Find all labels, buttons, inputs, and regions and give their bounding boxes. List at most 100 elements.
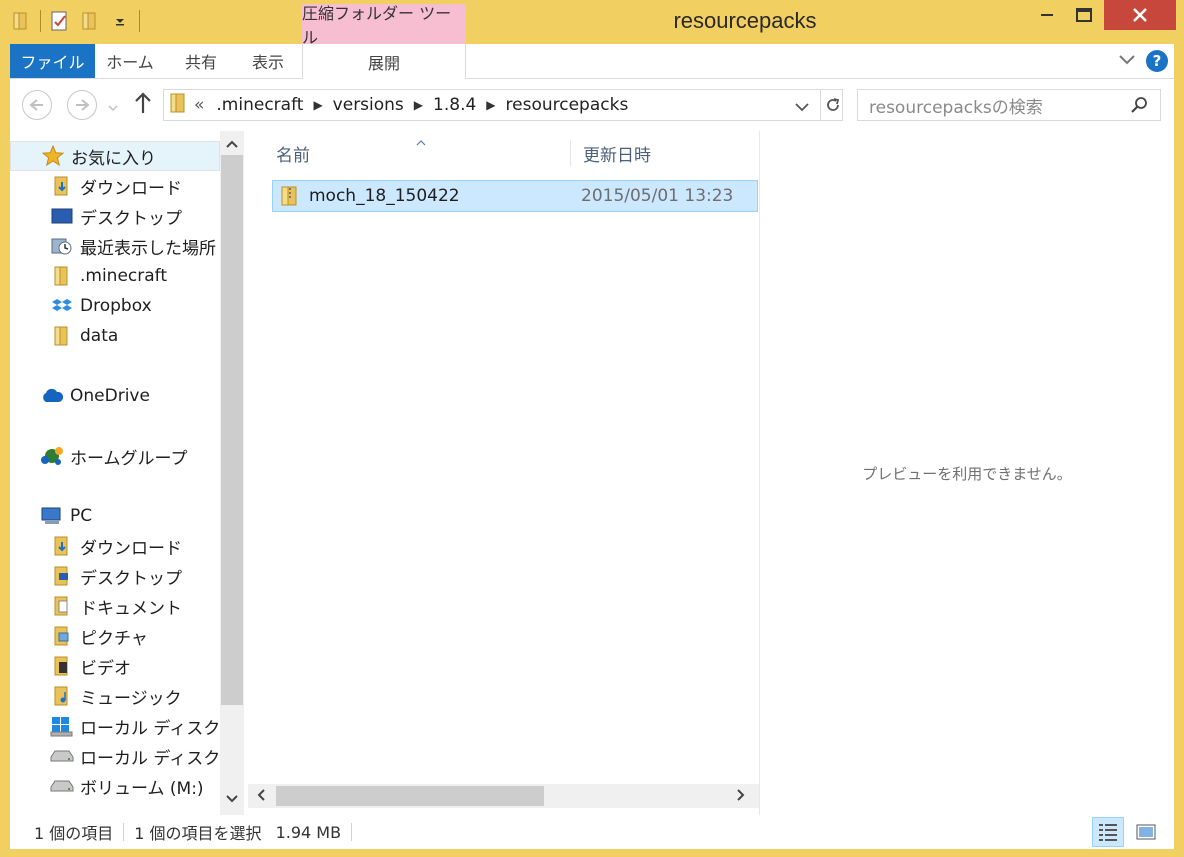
column-header-date-modified[interactable]: 更新日時: [570, 140, 760, 166]
tab-share[interactable]: 共有: [165, 44, 237, 78]
status-bar: 1 個の項目 1 個の項目を選択 1.94 MB: [10, 815, 1174, 849]
large-icons-view-icon[interactable]: [1130, 817, 1162, 847]
desktop-icon: [50, 205, 74, 227]
sidebar-item-homegroup[interactable]: ホームグループ: [10, 441, 187, 471]
address-bar[interactable]: « .minecraft ▶ versions ▶ 1.8.4 ▶ resour…: [163, 89, 843, 121]
sidebar-item-fav-downloads[interactable]: ダウンロード: [10, 171, 182, 201]
sidebar-item-local-disk-d[interactable]: ローカル ディスク (D: [10, 741, 220, 771]
scrollbar-thumb[interactable]: [276, 786, 544, 806]
expand-ribbon-icon[interactable]: [1118, 51, 1136, 71]
sidebar-item-label: OneDrive: [70, 386, 150, 406]
details-view-icon[interactable]: [1092, 817, 1124, 847]
file-date-modified: 2015/05/01 13:23: [581, 186, 734, 206]
breadcrumb-versions[interactable]: versions: [333, 95, 404, 115]
sidebar-item-onedrive[interactable]: OneDrive: [10, 381, 150, 411]
sidebar-item-pc-videos[interactable]: ビデオ: [10, 651, 131, 681]
computer-icon: [40, 505, 64, 527]
sidebar-item-local-disk-c[interactable]: ローカル ディスク (C: [10, 711, 220, 741]
sidebar-item-volume-m[interactable]: ボリューム (M:): [10, 771, 204, 801]
cloud-icon: [40, 385, 64, 407]
breadcrumb-resourcepacks[interactable]: resourcepacks: [506, 95, 629, 115]
view-toggle: [1092, 817, 1162, 847]
sidebar-item-pc-music[interactable]: ミュージック: [10, 681, 182, 711]
sidebar-item-fav-desktop[interactable]: デスクトップ: [10, 201, 182, 231]
ribbon-tabs: ファイル ホーム 共有 表示 展開 ?: [10, 44, 1174, 80]
new-folder-icon[interactable]: [79, 10, 101, 32]
properties-icon[interactable]: [49, 10, 71, 32]
sidebar-item-pc[interactable]: PC: [10, 501, 92, 531]
sidebar-item-pc-pictures[interactable]: ピクチャ: [10, 621, 148, 651]
search-placeholder[interactable]: resourcepacksの検索: [869, 93, 1043, 118]
tab-home[interactable]: ホーム: [95, 44, 165, 78]
sidebar-item-label: ダウンロード: [80, 178, 182, 199]
maximize-button[interactable]: [1064, 0, 1104, 30]
table-row[interactable]: moch_18_150422 2015/05/01 13:23: [272, 180, 758, 212]
dropbox-icon: [50, 295, 74, 317]
tab-file[interactable]: ファイル: [10, 44, 95, 78]
close-button[interactable]: [1104, 0, 1176, 30]
toolbar-divider: [40, 10, 41, 32]
breadcrumb-overflow[interactable]: «: [194, 95, 204, 115]
file-name: moch_18_150422: [309, 186, 460, 206]
sidebar-item-label: ミュージック: [80, 688, 182, 709]
sidebar-item-label: 最近表示した場所: [80, 238, 216, 259]
scrollbar-thumb[interactable]: [221, 155, 243, 705]
folder-icon: [50, 265, 74, 287]
sidebar-item-label: デスクトップ: [80, 208, 182, 229]
refresh-icon[interactable]: [820, 90, 844, 120]
sidebar-item-label: ローカル ディスク (C: [80, 718, 220, 739]
recent-locations-chevron-icon[interactable]: [108, 97, 118, 117]
system-drive-icon: [50, 715, 74, 737]
address-history-chevron-icon[interactable]: [794, 98, 810, 118]
breadcrumb-version-number[interactable]: 1.8.4: [433, 95, 476, 115]
scroll-up-icon[interactable]: [220, 134, 244, 154]
sidebar-item-label: ピクチャ: [80, 628, 148, 649]
file-list-horizontal-scrollbar[interactable]: [248, 784, 760, 808]
sidebar-item-pc-documents[interactable]: ドキュメント: [10, 591, 182, 621]
sidebar-item-favorites[interactable]: お気に入り: [10, 141, 220, 171]
column-header-name[interactable]: 名前: [276, 140, 570, 166]
toolbar-divider: [139, 10, 140, 32]
breadcrumb-minecraft[interactable]: .minecraft: [216, 95, 303, 115]
sidebar-item-label: ドキュメント: [80, 598, 182, 619]
sidebar-item-label: data: [80, 326, 119, 346]
folder-icon: [50, 325, 74, 347]
help-icon[interactable]: ?: [1146, 50, 1168, 72]
back-button[interactable]: [22, 90, 52, 120]
sidebar-item-fav-dropbox[interactable]: Dropbox: [10, 291, 152, 321]
navigation-bar: « .minecraft ▶ versions ▶ 1.8.4 ▶ resour…: [10, 79, 1174, 131]
sidebar-item-fav-data[interactable]: data: [10, 321, 118, 351]
sidebar-item-label: デスクトップ: [80, 568, 182, 589]
selection-size: 1.94 MB: [275, 822, 342, 842]
homegroup-icon: [40, 445, 64, 467]
sidebar-item-pc-desktop[interactable]: デスクトップ: [10, 561, 182, 591]
pictures-folder-icon: [50, 625, 74, 647]
customize-toolbar-icon[interactable]: [109, 10, 131, 32]
main-area: お気に入り ダウンロード デスクトップ 最近表示した場所 .minecraft …: [10, 131, 1174, 815]
sidebar-item-label: お気に入り: [71, 148, 156, 169]
scroll-down-icon[interactable]: [220, 789, 244, 809]
music-folder-icon: [50, 685, 74, 707]
desktop-folder-icon: [50, 565, 74, 587]
breadcrumb-chevron-icon[interactable]: ▶: [486, 98, 495, 112]
forward-button[interactable]: [67, 90, 97, 120]
tab-extract[interactable]: 展開: [302, 44, 466, 80]
preview-pane: プレビューを利用できません。: [760, 131, 1174, 815]
sidebar-item-fav-minecraft[interactable]: .minecraft: [10, 261, 167, 291]
breadcrumb-chevron-icon[interactable]: ▶: [313, 98, 322, 112]
scroll-right-icon[interactable]: [736, 787, 746, 807]
sidebar-item-fav-recent[interactable]: 最近表示した場所: [10, 231, 216, 261]
documents-folder-icon: [50, 595, 74, 617]
breadcrumb-chevron-icon[interactable]: ▶: [414, 98, 423, 112]
up-arrow-icon[interactable]: [134, 91, 152, 120]
videos-folder-icon: [50, 655, 74, 677]
folder-icon: [168, 91, 188, 120]
scroll-left-icon[interactable]: [256, 787, 266, 807]
sidebar-item-label: Dropbox: [80, 296, 152, 316]
search-box[interactable]: resourcepacksの検索: [857, 89, 1161, 121]
sidebar-item-pc-downloads[interactable]: ダウンロード: [10, 531, 182, 561]
minimize-button[interactable]: [1030, 0, 1064, 30]
navigation-pane-scrollbar[interactable]: [220, 131, 244, 815]
tab-view[interactable]: 表示: [237, 44, 299, 78]
search-icon[interactable]: [1130, 95, 1150, 120]
